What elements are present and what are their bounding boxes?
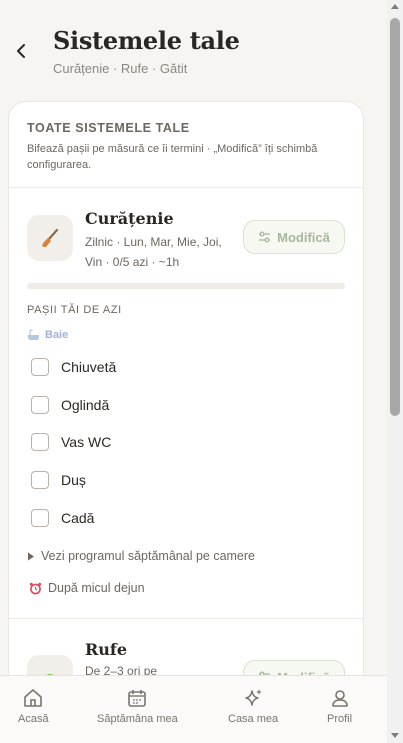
chevron-left-icon bbox=[17, 44, 25, 58]
reminder-label: După micul dejun bbox=[48, 581, 145, 595]
task-item[interactable]: Cadă bbox=[31, 507, 94, 529]
scroll-down-icon[interactable] bbox=[391, 733, 399, 738]
task-item[interactable]: Chiuvetă bbox=[31, 356, 116, 378]
task-checkbox[interactable] bbox=[31, 433, 49, 451]
sparkle-icon bbox=[245, 689, 263, 706]
task-item[interactable]: Vas WC bbox=[31, 431, 111, 453]
user-icon bbox=[331, 690, 348, 707]
task-label: Duș bbox=[61, 472, 86, 488]
nav-item-my-week[interactable]: Săptămâna mea bbox=[97, 688, 178, 725]
task-label: Chiuvetă bbox=[61, 359, 117, 375]
nav-label: Acasă bbox=[18, 713, 49, 725]
task-checkbox[interactable] bbox=[31, 471, 49, 489]
calendar-icon bbox=[128, 690, 147, 707]
task-checkbox[interactable] bbox=[31, 358, 49, 376]
system-meta: Zilnic · Lun, Mar, Mie, Joi, Vin · 0/5 a… bbox=[85, 235, 222, 269]
task-label: Oglindă bbox=[61, 397, 110, 413]
nav-item-home[interactable]: Acasă bbox=[18, 688, 49, 725]
bottom-navigation: Acasă Săptămâna mea Casa mea Profil bbox=[0, 675, 387, 743]
progress-bar bbox=[27, 283, 345, 289]
system-name: Rufe bbox=[85, 640, 127, 659]
nav-label: Profil bbox=[327, 713, 353, 725]
page-subtitle: Curățenie · Rufe · Gătit bbox=[53, 61, 188, 76]
systems-card: TOATE SISTEMELE TALE Bifează pașii pe mă… bbox=[8, 101, 364, 741]
alarm-clock-icon bbox=[29, 582, 42, 594]
system-name: Curățenie bbox=[85, 209, 174, 228]
task-label: Vas WC bbox=[61, 434, 112, 450]
room-tag: Baie bbox=[27, 329, 68, 341]
caret-right-icon bbox=[28, 552, 34, 560]
nav-label: Săptămâna mea bbox=[97, 713, 178, 725]
edit-button[interactable]: Modifică bbox=[243, 220, 345, 254]
bathtub-icon bbox=[28, 329, 39, 340]
task-item[interactable]: Duș bbox=[31, 469, 86, 491]
weekly-toggle-label: Vezi programul săptămânal pe camere bbox=[41, 549, 256, 563]
scroll-thumb[interactable] bbox=[390, 18, 400, 416]
nav-item-profile[interactable]: Profil bbox=[327, 688, 352, 725]
task-label: Cadă bbox=[61, 510, 95, 526]
home-icon bbox=[24, 689, 43, 707]
reminder-row: După micul dejun bbox=[29, 581, 145, 595]
section-title: TOATE SISTEMELE TALE bbox=[27, 121, 190, 135]
vertical-scrollbar[interactable] bbox=[387, 0, 403, 743]
nav-item-my-home[interactable]: Casa mea bbox=[228, 688, 278, 725]
broom-icon bbox=[27, 215, 73, 261]
weekly-schedule-toggle[interactable]: Vezi programul săptămânal pe camere bbox=[27, 549, 255, 563]
nav-label: Casa mea bbox=[228, 713, 279, 725]
sliders-icon bbox=[259, 231, 271, 243]
task-checkbox[interactable] bbox=[31, 396, 49, 414]
task-item[interactable]: Oglindă bbox=[31, 394, 109, 416]
scroll-up-icon[interactable] bbox=[391, 4, 399, 9]
app-viewport: Sistemele tale Curățenie · Rufe · Gătit … bbox=[0, 0, 387, 743]
card-header: TOATE SISTEMELE TALE Bifează pașii pe mă… bbox=[9, 102, 363, 188]
today-steps-label: PAȘII TĂI DE AZI bbox=[27, 304, 122, 316]
section-description: Bifează pașii pe măsură ce îi termini · … bbox=[27, 143, 318, 171]
back-button[interactable] bbox=[8, 38, 34, 64]
page-title: Sistemele tale bbox=[53, 26, 240, 55]
task-checkbox[interactable] bbox=[31, 509, 49, 527]
section-divider bbox=[9, 618, 363, 619]
edit-button-label: Modifică bbox=[277, 229, 330, 245]
room-label: Baie bbox=[45, 329, 69, 341]
